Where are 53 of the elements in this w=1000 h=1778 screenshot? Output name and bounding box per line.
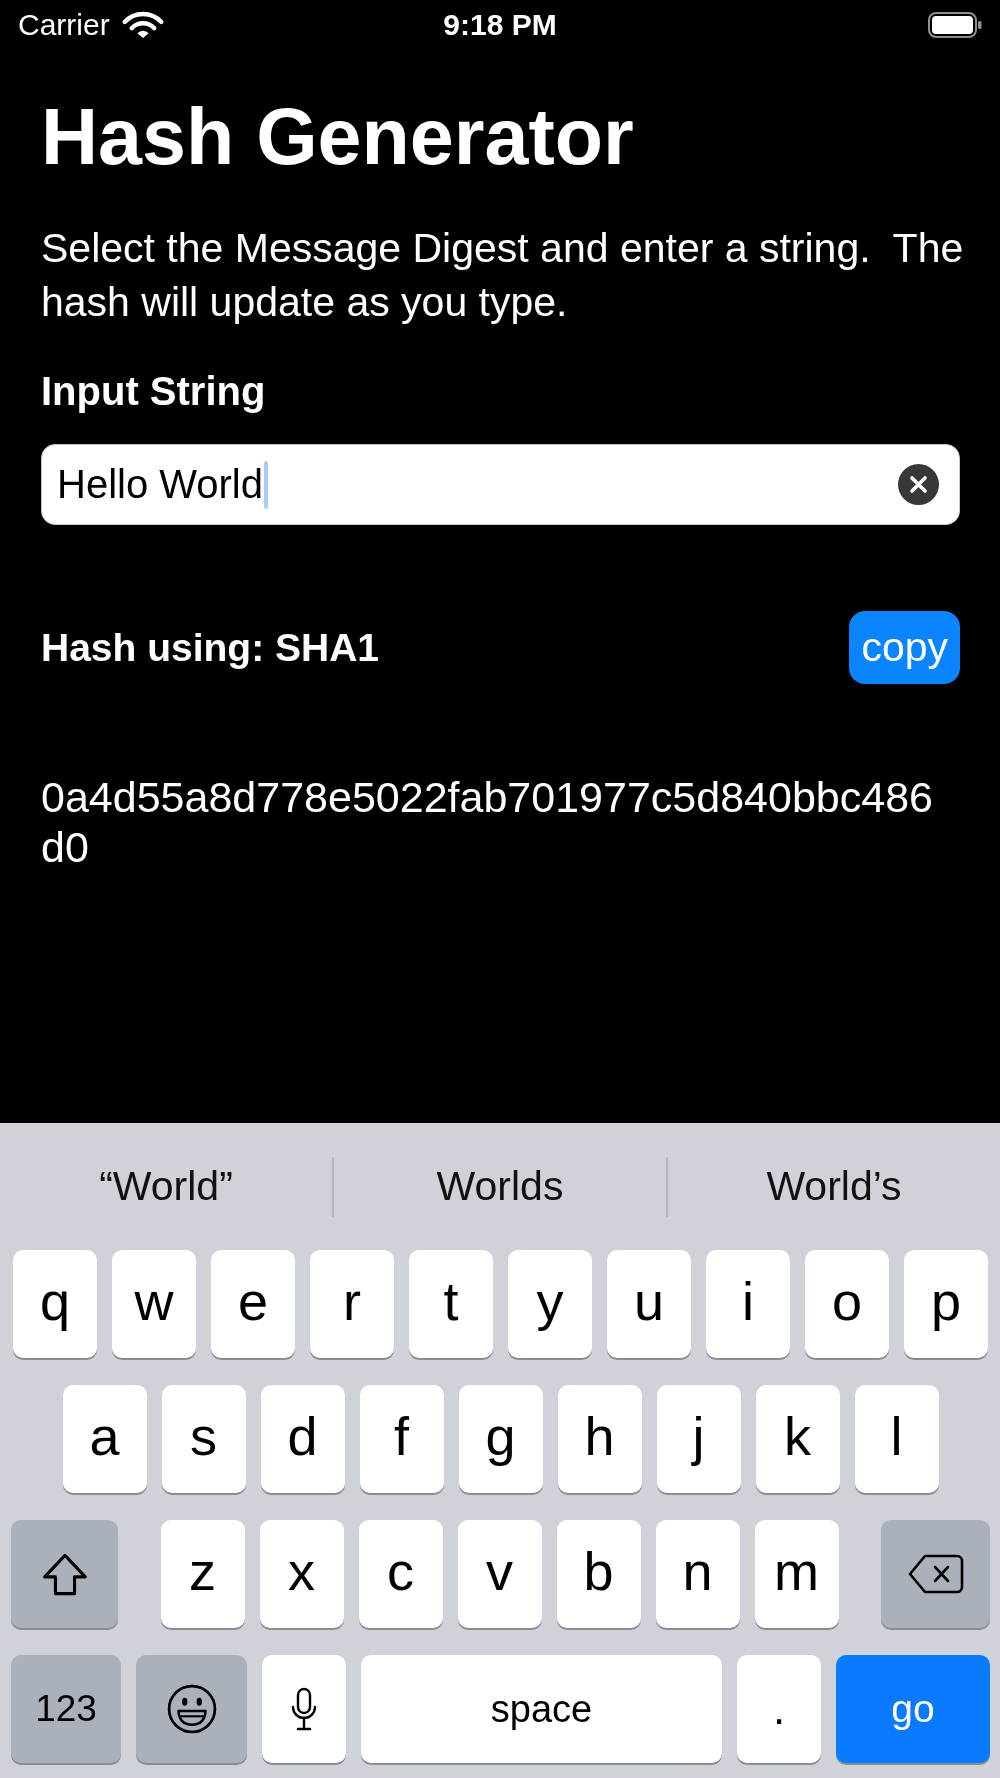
letter-key[interactable]: h	[557, 1385, 642, 1493]
letter-key[interactable]: g	[458, 1385, 543, 1493]
hash-value: 0a4d55a8d778e5022fab701977c5d840bbc486d0	[41, 772, 934, 872]
letter-key[interactable]: l	[854, 1385, 939, 1493]
copy-button[interactable]: copy	[849, 611, 960, 684]
letter-key[interactable]: p	[904, 1250, 988, 1358]
letter-key[interactable]: z	[160, 1520, 245, 1628]
instructions-text: Select the Message Digest and enter a string. The hash will update as you type.	[41, 224, 965, 327]
letter-key[interactable]: f	[359, 1385, 444, 1493]
space-key[interactable]: space	[361, 1655, 722, 1763]
letter-key[interactable]: r	[310, 1250, 394, 1358]
page-title: Hash Generator	[41, 93, 634, 180]
suggestion[interactable]: Worlds	[436, 1163, 564, 1210]
letter-key[interactable]: u	[607, 1250, 691, 1358]
carrier-label: Carrier	[18, 8, 110, 42]
suggestion[interactable]: “World”	[99, 1163, 233, 1210]
letter-key[interactable]: q	[13, 1250, 97, 1358]
hash-label: Hash using: SHA1	[41, 625, 380, 670]
letter-key[interactable]: t	[409, 1250, 493, 1358]
letter-key[interactable]: j	[656, 1385, 741, 1493]
letter-key[interactable]: b	[556, 1520, 641, 1628]
letter-key[interactable]: e	[211, 1250, 295, 1358]
letter-key[interactable]: k	[755, 1385, 840, 1493]
shift-key[interactable]	[11, 1520, 118, 1628]
status-time: 9:18 PM	[443, 8, 557, 42]
shift-icon	[40, 1552, 89, 1596]
suggestion[interactable]: World’s	[766, 1163, 902, 1210]
clear-icon[interactable]	[898, 464, 939, 505]
letter-key[interactable]: o	[805, 1250, 889, 1358]
numbers-key[interactable]: 123	[11, 1655, 121, 1763]
letter-key[interactable]: x	[259, 1520, 344, 1628]
period-key[interactable]: .	[737, 1655, 821, 1763]
letter-key[interactable]: c	[358, 1520, 443, 1628]
letter-key[interactable]: y	[508, 1250, 592, 1358]
smiley-icon	[166, 1684, 217, 1734]
letter-key[interactable]: m	[754, 1520, 839, 1628]
input-label: Input String	[41, 368, 266, 415]
letter-key[interactable]: w	[112, 1250, 196, 1358]
letter-key[interactable]: v	[457, 1520, 542, 1628]
letter-key[interactable]: n	[655, 1520, 740, 1628]
letter-key[interactable]: s	[161, 1385, 246, 1493]
delete-key[interactable]	[881, 1520, 990, 1628]
backspace-icon	[907, 1554, 964, 1594]
letter-key[interactable]: i	[706, 1250, 790, 1358]
text-cursor	[264, 460, 268, 509]
microphone-icon	[290, 1687, 318, 1731]
emoji-key[interactable]	[136, 1655, 247, 1763]
dictation-key[interactable]	[262, 1655, 346, 1763]
battery-icon	[928, 12, 982, 38]
letter-key[interactable]: a	[62, 1385, 147, 1493]
go-key[interactable]: go	[836, 1655, 990, 1763]
letter-key[interactable]: d	[260, 1385, 345, 1493]
text-field[interactable]: Hello World	[41, 444, 960, 525]
